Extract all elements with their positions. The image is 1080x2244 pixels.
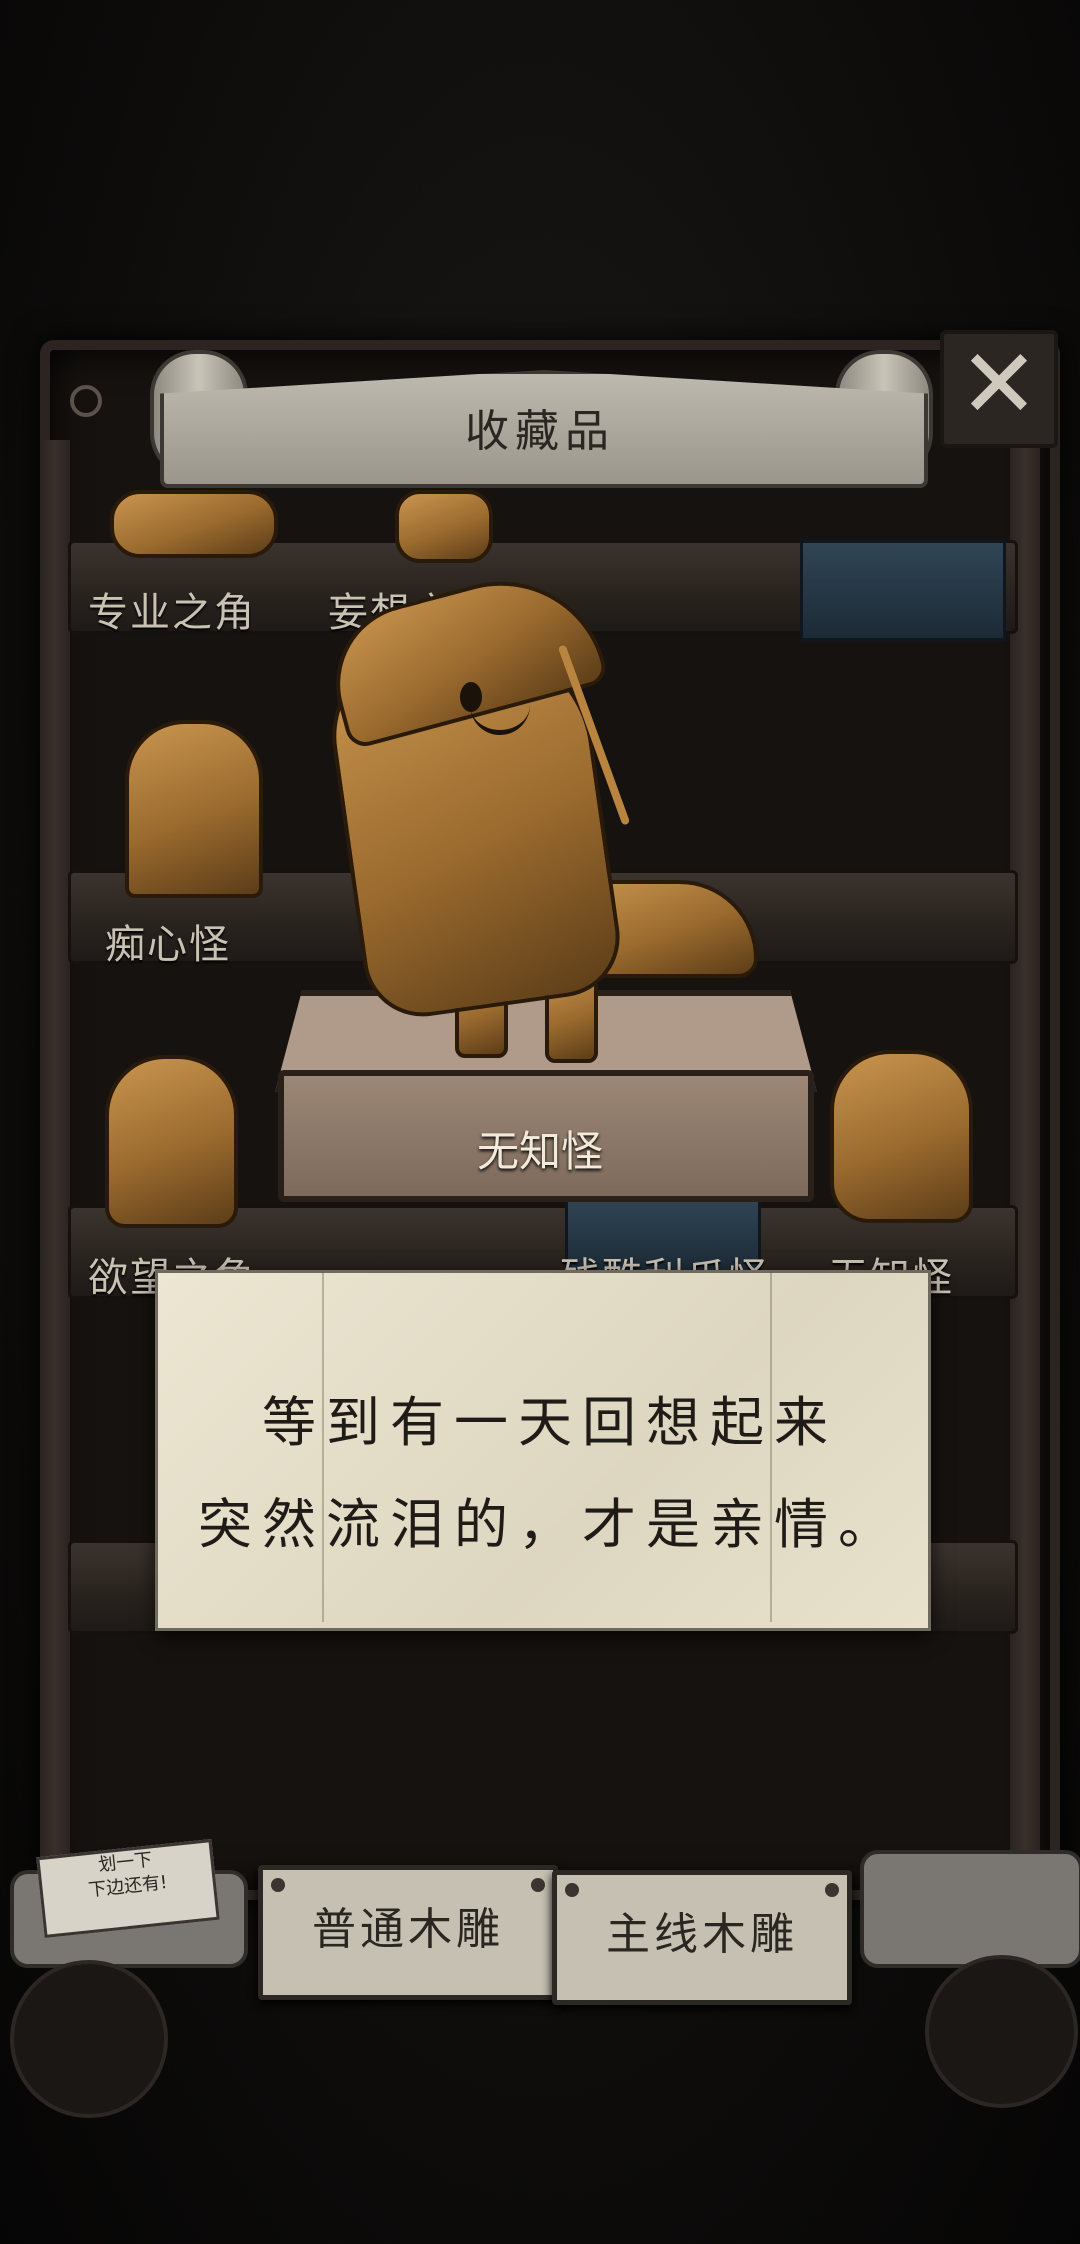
door-icon[interactable] [10, 1960, 168, 2118]
pin-icon [565, 1883, 579, 1897]
close-icon: ✕ [958, 328, 1040, 440]
cabinet-right-post [1010, 440, 1040, 1860]
tab-label: 主线木雕 [606, 1909, 798, 1960]
close-button[interactable]: ✕ [940, 330, 1058, 448]
cabinet-bolt-icon [70, 385, 102, 417]
featured-item-name: 无知怪 [476, 1127, 603, 1176]
figurine-delusion-horn[interactable] [395, 490, 493, 563]
shelf-label: 专业之角 [88, 590, 256, 636]
locked-item-cover[interactable] [800, 540, 1006, 641]
figurine-desire-horn[interactable] [105, 1055, 238, 1228]
page-title: 收藏品 [465, 406, 615, 457]
note-text-line-1: 等到有一天回想起来 [262, 1391, 838, 1454]
shelf-label: 痴心怪 [105, 922, 231, 968]
tab-main-carvings[interactable]: 主线木雕 [552, 1870, 852, 2005]
note-text-line-2: 突然流泪的，才是亲情。 [198, 1493, 902, 1556]
pin-icon [271, 1878, 285, 1892]
figurine-professional-horn[interactable] [110, 490, 278, 558]
figurine-ignorant-monster-small[interactable] [830, 1050, 973, 1223]
cabinet-left-post [40, 440, 70, 1860]
rocks-decoration [860, 1850, 1080, 1968]
tab-normal-carvings[interactable]: 普通木雕 [258, 1865, 558, 2000]
pin-icon [825, 1883, 839, 1897]
tab-label: 普通木雕 [312, 1904, 504, 1955]
pin-icon [531, 1878, 545, 1892]
tool-icon[interactable] [925, 1955, 1078, 2108]
figurine-infatuated-monster[interactable] [125, 720, 263, 898]
